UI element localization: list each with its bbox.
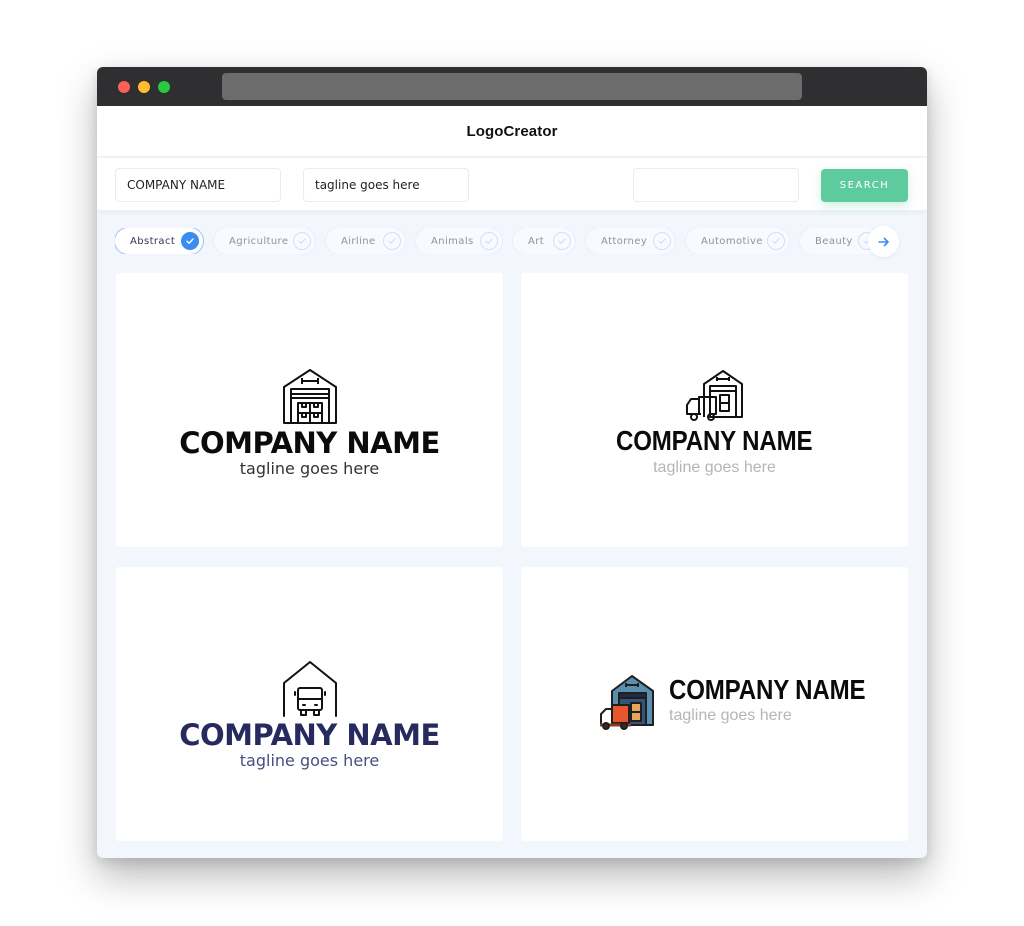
search-bar: SEARCH	[97, 158, 927, 210]
check-icon	[383, 232, 401, 250]
category-chip-label: Animals	[431, 235, 474, 247]
category-chip-label: Abstract	[130, 235, 176, 247]
logo-card[interactable]: COMPANY NAME tagline goes here	[521, 567, 908, 841]
app-header: LogoCreator	[97, 106, 927, 157]
category-chip-label: Attorney	[601, 235, 648, 247]
maximize-window-button[interactable]	[158, 81, 170, 93]
category-chip-label: Beauty	[815, 235, 853, 247]
search-query-input[interactable]	[633, 168, 799, 202]
arrow-right-icon	[877, 237, 889, 246]
category-chip-label: Agriculture	[229, 235, 289, 247]
browser-titlebar	[97, 67, 927, 106]
category-chip-agriculture[interactable]: Agriculture	[214, 228, 315, 254]
logo-company-name: COMPANY NAME	[669, 674, 866, 705]
category-chip-automotive[interactable]: Automotive	[686, 228, 789, 254]
garage-truck-icon	[282, 661, 337, 717]
warehouse-truck-color-icon	[600, 675, 654, 730]
minimize-window-button[interactable]	[138, 81, 150, 93]
check-icon	[181, 232, 199, 250]
search-button[interactable]: SEARCH	[821, 169, 908, 202]
company-name-input[interactable]	[115, 168, 281, 202]
check-icon	[293, 232, 311, 250]
address-bar[interactable]	[222, 73, 802, 100]
browser-window: LogoCreator SEARCH Abstract Agriculture …	[97, 67, 927, 858]
logo-tagline: tagline goes here	[239, 459, 380, 478]
check-icon	[480, 232, 498, 250]
warehouse-truck-icon	[685, 370, 743, 421]
close-window-button[interactable]	[118, 81, 130, 93]
logo-tagline: tagline goes here	[239, 751, 380, 770]
category-chip-attorney[interactable]: Attorney	[586, 228, 675, 254]
logo-card[interactable]: COMPANY NAME tagline goes here	[521, 273, 908, 547]
tagline-input[interactable]	[303, 168, 469, 202]
logo-company-name: COMPANY NAME	[179, 426, 440, 460]
category-chip-abstract[interactable]: Abstract	[115, 228, 203, 254]
category-chip-label: Airline	[341, 235, 376, 247]
category-chip-art[interactable]: Art	[513, 228, 575, 254]
category-chip-label: Automotive	[701, 235, 763, 247]
logo-card[interactable]: COMPANY NAME tagline goes here	[116, 273, 503, 547]
logo-tagline: tagline goes here	[653, 459, 776, 476]
category-chip-label: Art	[528, 235, 545, 247]
next-categories-button[interactable]	[868, 226, 899, 257]
logo-tagline: tagline goes here	[669, 707, 792, 724]
category-chip-airline[interactable]: Airline	[326, 228, 405, 254]
check-icon	[653, 232, 671, 250]
check-icon	[553, 232, 571, 250]
app-title: LogoCreator	[466, 122, 558, 140]
category-filter-list: Abstract Agriculture Airline Animals Art…	[115, 228, 915, 254]
check-icon	[767, 232, 785, 250]
warehouse-boxes-icon	[282, 369, 337, 424]
logo-company-name: COMPANY NAME	[616, 425, 813, 456]
category-chip-animals[interactable]: Animals	[416, 228, 502, 254]
logo-card[interactable]: COMPANY NAME tagline goes here	[116, 567, 503, 841]
logo-company-name: COMPANY NAME	[179, 718, 440, 752]
